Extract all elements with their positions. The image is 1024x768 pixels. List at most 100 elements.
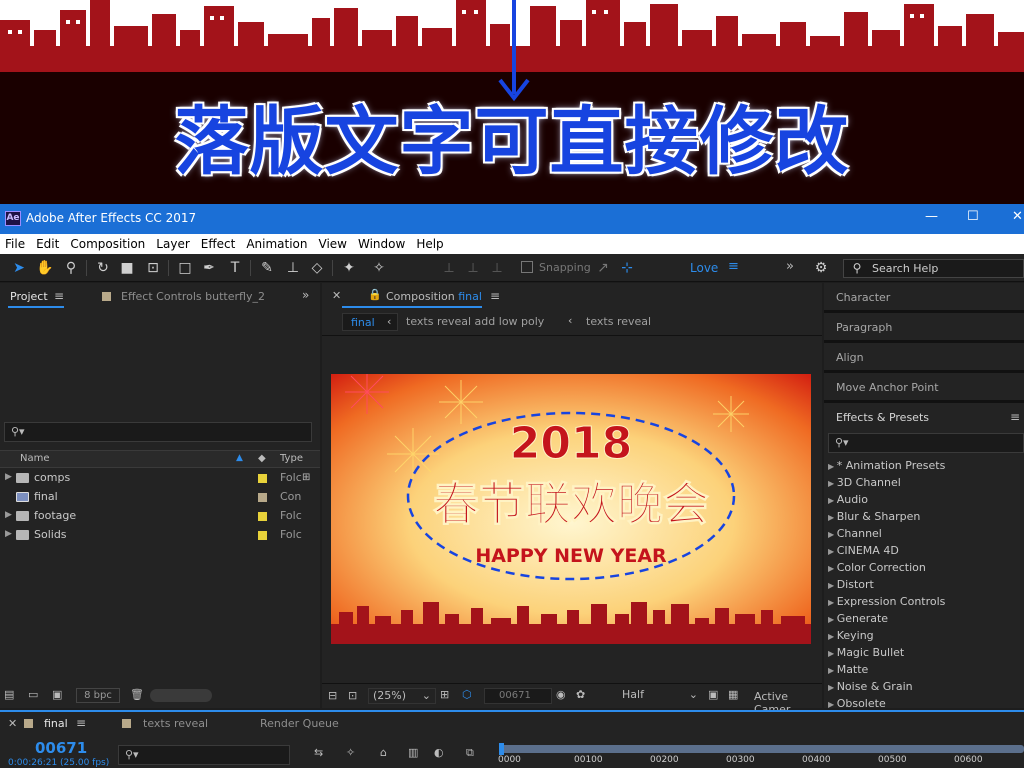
interpret-footage-icon[interactable]: ▤ — [4, 688, 14, 701]
menu-layer[interactable]: Layer — [156, 237, 189, 251]
panel-character[interactable]: Character — [836, 291, 890, 304]
transparency-grid-icon[interactable]: ▦ — [728, 688, 738, 701]
expand-arrow-icon[interactable]: ▶ — [828, 462, 837, 471]
label-color-swatch[interactable] — [258, 531, 267, 540]
work-area-start-handle[interactable] — [499, 743, 504, 755]
zoom-dropdown[interactable]: (25%) ⌄ — [368, 688, 436, 704]
expand-arrow-icon[interactable]: ▶ — [828, 700, 837, 709]
composition-flowchart-icon[interactable]: ⇆ — [314, 746, 323, 759]
menu-composition[interactable]: Composition — [70, 237, 145, 251]
snap-edges-icon[interactable]: ↗ — [594, 259, 612, 277]
column-name[interactable]: Name — [20, 453, 50, 464]
region-icon[interactable]: ⊡ — [348, 689, 357, 702]
new-composition-icon[interactable]: ▣ — [52, 688, 62, 701]
eraser-tool-icon[interactable]: ◇ — [308, 259, 326, 277]
expand-arrow-icon[interactable]: ▶ — [828, 479, 837, 488]
motion-blur-icon[interactable]: ◐ — [434, 746, 444, 759]
expand-arrow-icon[interactable]: ▶ — [828, 581, 837, 590]
tab-composition[interactable]: Composition final — [386, 290, 482, 303]
expand-arrow-icon[interactable]: ▶ — [828, 530, 837, 539]
project-item-comps[interactable]: ▶ comps Folc — [0, 469, 320, 488]
effects-category-item[interactable]: ▶ Generate — [828, 612, 888, 625]
expand-arrow-icon[interactable]: ▶ — [828, 649, 837, 658]
tab-timeline-final[interactable]: final — [44, 717, 68, 730]
effects-category-item[interactable]: ▶ Expression Controls — [828, 595, 945, 608]
mask-visibility-icon[interactable]: ⬡ — [462, 688, 472, 701]
pan-behind-tool-icon[interactable]: ⊡ — [144, 259, 162, 277]
clone-stamp-tool-icon[interactable]: ⊥ — [284, 259, 302, 277]
expand-arrow-icon[interactable]: ▶ — [828, 632, 837, 641]
panel-menu-icon[interactable]: ≡ — [54, 289, 64, 303]
effects-category-item[interactable]: ▶ CINEMA 4D — [828, 544, 899, 557]
label-color-swatch[interactable] — [258, 512, 267, 521]
chevron-double-right-icon[interactable]: » — [302, 288, 309, 302]
effects-category-item[interactable]: ▶ * Animation Presets — [828, 459, 945, 472]
close-button[interactable]: ✕ — [1012, 209, 1023, 224]
selection-tool-icon[interactable]: ➤ — [10, 259, 28, 277]
menu-edit[interactable]: Edit — [36, 237, 59, 251]
expand-arrow-icon[interactable]: ▶ — [828, 615, 837, 624]
gear-icon[interactable]: ⚙ — [812, 259, 830, 277]
current-frame[interactable]: 00671 — [35, 739, 87, 757]
breadcrumb-texts-reveal-add-low-poly[interactable]: texts reveal add low poly — [406, 315, 544, 328]
tab-timeline-texts-reveal[interactable]: texts reveal — [143, 717, 208, 730]
zoom-tool-icon[interactable]: ⚲ — [62, 259, 80, 277]
workspace-label[interactable]: Love — [690, 261, 718, 275]
panel-align[interactable]: Align — [836, 351, 864, 364]
chevron-double-right-icon[interactable]: » — [786, 259, 794, 274]
project-search-input[interactable]: ⚲▾ — [4, 422, 312, 442]
tab-effect-controls[interactable]: Effect Controls butterfly_2 — [121, 290, 265, 303]
expand-arrow-icon[interactable]: ▶ — [828, 683, 837, 692]
brush-tool-icon[interactable]: ✎ — [258, 259, 276, 277]
effects-category-item[interactable]: ▶ Audio — [828, 493, 868, 506]
panel-paragraph[interactable]: Paragraph — [836, 321, 892, 334]
expand-arrow-icon[interactable]: ▶ — [828, 496, 837, 505]
menu-effect[interactable]: Effect — [201, 237, 236, 251]
panel-effects-presets[interactable]: Effects & Presets — [836, 411, 929, 424]
roto-brush-tool-icon[interactable]: ✦ — [340, 259, 358, 277]
snap-features-icon[interactable]: ⊹ — [618, 259, 636, 277]
panel-menu-icon[interactable]: ≡ — [1010, 410, 1020, 424]
work-area-bar[interactable] — [500, 745, 1024, 753]
expand-arrow-icon[interactable]: ▶ — [828, 666, 837, 675]
type-tool-icon[interactable]: T — [226, 259, 244, 277]
expand-arrow-icon[interactable]: ▶ — [5, 510, 12, 520]
workspace-menu-icon[interactable]: ≡ — [728, 259, 739, 274]
project-item-solids[interactable]: ▶ Solids Folc — [0, 526, 320, 545]
label-color-swatch[interactable] — [258, 474, 267, 483]
expand-arrow-icon[interactable]: ▶ — [5, 529, 12, 539]
flowchart-icon[interactable]: ⊞ — [302, 472, 310, 483]
effects-search-input[interactable]: ⚲▾ — [828, 433, 1024, 453]
effects-category-item[interactable]: ▶ Matte — [828, 663, 868, 676]
timecode-field[interactable]: 00671 — [484, 688, 552, 704]
frame-blending-icon[interactable]: ▥ — [408, 746, 418, 759]
effects-category-item[interactable]: ▶ Blur & Sharpen — [828, 510, 920, 523]
timeline-search-input[interactable]: ⚲▾ — [118, 745, 290, 765]
lock-icon[interactable]: 🔒 — [368, 288, 382, 301]
tab-render-queue[interactable]: Render Queue — [260, 717, 339, 730]
menu-animation[interactable]: Animation — [246, 237, 307, 251]
panel-move-anchor-point[interactable]: Move Anchor Point — [836, 381, 939, 394]
menu-file[interactable]: File — [5, 237, 25, 251]
expand-arrow-icon[interactable]: ▶ — [828, 513, 837, 522]
hand-tool-icon[interactable]: ✋ — [36, 259, 54, 277]
always-preview-icon[interactable]: ⊟ — [328, 689, 337, 702]
effects-category-item[interactable]: ▶ Obsolete — [828, 697, 886, 710]
show-channel-icon[interactable]: ✿ — [576, 688, 585, 701]
close-tab-icon[interactable]: ✕ — [332, 289, 341, 302]
minimize-button[interactable]: — — [925, 209, 938, 224]
expand-arrow-icon[interactable]: ▶ — [828, 564, 837, 573]
horizontal-scrollbar[interactable] — [150, 689, 212, 702]
pen-tool-icon[interactable]: ✒ — [200, 259, 218, 277]
menu-help[interactable]: Help — [416, 237, 443, 251]
camera-snapshot-icon[interactable]: ◉ — [556, 688, 566, 701]
menu-window[interactable]: Window — [358, 237, 405, 251]
bit-depth-button[interactable]: 8 bpc — [76, 688, 120, 703]
close-tab-icon[interactable]: ✕ — [8, 717, 17, 730]
world-axis-icon[interactable]: ⟂ — [464, 259, 482, 277]
maximize-button[interactable]: ☐ — [967, 209, 979, 224]
project-item-footage[interactable]: ▶ footage Folc — [0, 507, 320, 526]
panel-menu-icon[interactable]: ≡ — [76, 716, 86, 730]
effects-category-item[interactable]: ▶ Keying — [828, 629, 874, 642]
rectangle-tool-icon[interactable]: □ — [176, 259, 194, 277]
